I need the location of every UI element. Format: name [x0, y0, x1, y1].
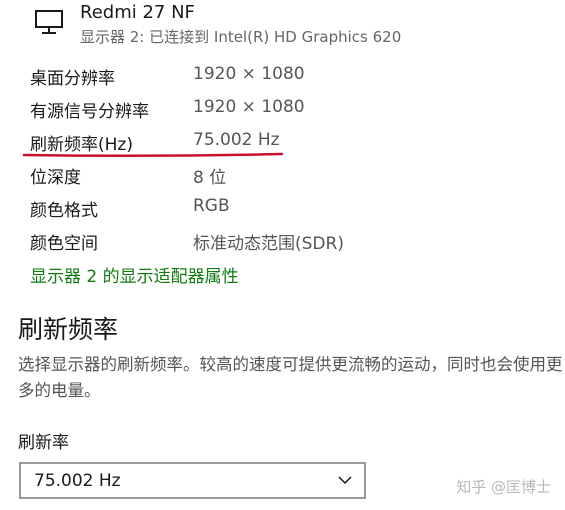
property-row-bit-depth: 位深度 8 位	[30, 157, 530, 190]
property-row-desktop-resolution: 桌面分辨率 1920 × 1080	[30, 58, 530, 91]
property-value: RGB	[193, 196, 230, 216]
display-adapter-properties-link[interactable]: 显示器 2 的显示适配器属性	[30, 262, 239, 287]
display-name: Redmi 27 NF	[80, 2, 195, 23]
display-subtitle: 显示器 2: 已连接到 Intel(R) HD Graphics 620	[80, 28, 402, 46]
property-label: 颜色格式	[30, 201, 98, 221]
property-value: 1920 × 1080	[193, 97, 305, 117]
refresh-rate-description: 选择显示器的刷新频率。较高的速度可提供更流畅的运动，同时也会使用更多的电量。	[18, 355, 563, 400]
property-label: 桌面分辨率	[30, 69, 115, 89]
property-label: 有源信号分辨率	[30, 102, 149, 122]
refresh-rate-dropdown[interactable]: 75.002 Hz	[19, 462, 366, 499]
chevron-down-icon	[338, 476, 352, 485]
property-value: 8 位	[193, 168, 227, 188]
watermark: 知乎 @匡博士	[456, 478, 551, 496]
property-value: 标准动态范围(SDR)	[193, 234, 344, 254]
property-row-color-format: 颜色格式 RGB	[30, 190, 530, 223]
property-value: 75.002 Hz	[193, 130, 280, 150]
monitor-icon	[35, 10, 63, 34]
property-row-color-space: 颜色空间 标准动态范围(SDR)	[30, 223, 530, 256]
property-value: 1920 × 1080	[193, 64, 305, 84]
refresh-rate-section-title: 刷新频率	[18, 315, 119, 344]
annotation-underline	[22, 152, 284, 158]
refresh-rate-selected-value: 75.002 Hz	[34, 471, 121, 491]
refresh-rate-label: 刷新率	[18, 433, 69, 453]
property-label: 位深度	[30, 168, 81, 188]
property-label: 颜色空间	[30, 234, 98, 254]
property-row-active-signal-resolution: 有源信号分辨率 1920 × 1080	[30, 91, 530, 124]
